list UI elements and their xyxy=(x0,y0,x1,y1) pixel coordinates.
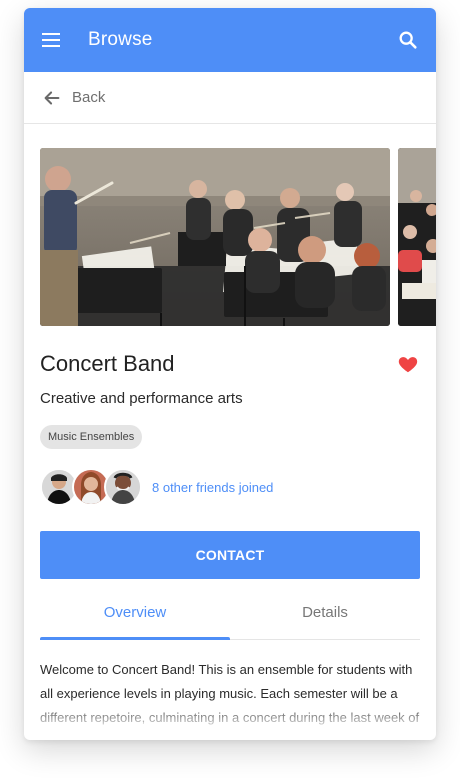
app-title: Browse xyxy=(88,29,153,50)
club-content: Concert Band Creative and performance ar… xyxy=(24,350,436,730)
club-detail-card: Browse Back Concert Band Creative and pe… xyxy=(24,8,436,740)
title-row: Concert Band xyxy=(40,350,420,378)
menu-icon[interactable] xyxy=(42,28,66,52)
tab-details[interactable]: Details xyxy=(230,593,420,639)
description-text: Welcome to Concert Band! This is an ense… xyxy=(40,662,420,725)
app-bar: Browse xyxy=(24,8,436,72)
arrow-left-icon[interactable] xyxy=(40,86,64,110)
back-label[interactable]: Back xyxy=(72,89,105,106)
concert-band-photo[interactable] xyxy=(40,148,390,326)
avatar[interactable] xyxy=(104,468,142,506)
friend-avatars[interactable] xyxy=(40,468,144,506)
contact-button[interactable]: CONTACT xyxy=(40,531,420,579)
detail-tabs: Overview Details xyxy=(40,593,420,640)
friends-joined-label[interactable]: 8 other friends joined xyxy=(152,480,273,495)
search-icon[interactable] xyxy=(396,28,420,52)
club-category: Creative and performance arts xyxy=(40,390,243,407)
photo-carousel[interactable] xyxy=(24,148,436,326)
club-title: Concert Band xyxy=(40,351,175,376)
club-description: Welcome to Concert Band! This is an ense… xyxy=(40,658,420,730)
heart-icon[interactable] xyxy=(396,352,420,376)
tab-overview[interactable]: Overview xyxy=(40,593,230,639)
back-bar: Back xyxy=(24,72,436,124)
orchestra-photo[interactable] xyxy=(398,148,436,326)
friends-joined-row[interactable]: 8 other friends joined xyxy=(40,467,420,507)
tab-indicator xyxy=(40,637,230,640)
music-ensembles-tag[interactable]: Music Ensembles xyxy=(40,425,143,449)
